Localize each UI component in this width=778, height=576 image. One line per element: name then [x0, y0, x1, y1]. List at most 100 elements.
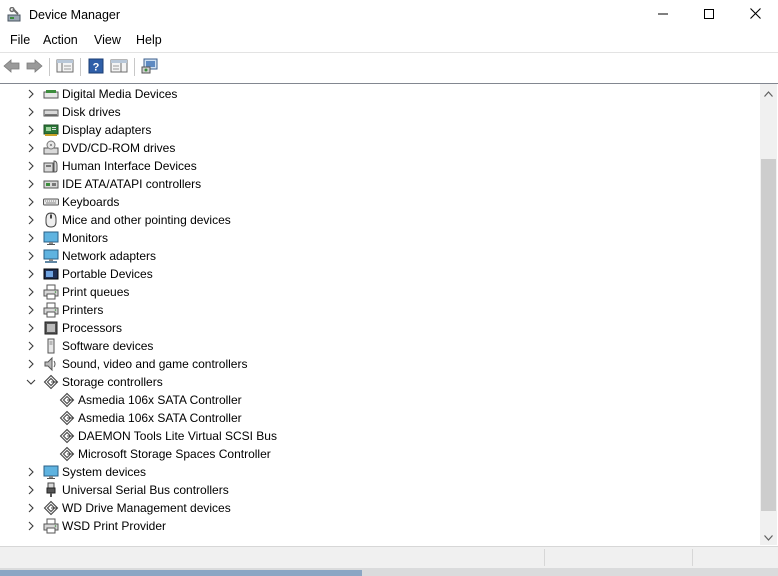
menu-bar: File Action View Help: [0, 30, 778, 52]
storage-controller-icon: [59, 410, 75, 426]
tree-item-label: Microsoft Storage Spaces Controller: [78, 447, 271, 461]
tree-category[interactable]: WSD Print Provider: [23, 517, 166, 535]
storage-controller-icon: [59, 392, 75, 408]
chevron-down-icon[interactable]: [23, 373, 39, 391]
tree-category[interactable]: System devices: [23, 463, 146, 481]
menu-help[interactable]: Help: [135, 33, 163, 49]
network-adapter-icon: [43, 248, 59, 264]
tree-device[interactable]: DAEMON Tools Lite Virtual SCSI Bus: [39, 427, 277, 445]
tree-category[interactable]: Print queues: [23, 283, 129, 301]
chevron-right-icon[interactable]: [23, 265, 39, 283]
chevron-right-icon[interactable]: [23, 157, 39, 175]
chevron-right-icon[interactable]: [23, 139, 39, 157]
help-button[interactable]: ?: [86, 57, 106, 77]
chevron-right-icon[interactable]: [23, 103, 39, 121]
tree-category[interactable]: Sound, video and game controllers: [23, 355, 247, 373]
tree-category[interactable]: Digital Media Devices: [23, 85, 177, 103]
tree-category[interactable]: Printers: [23, 301, 103, 319]
media-device-icon: [43, 86, 59, 102]
tree-category[interactable]: Monitors: [23, 229, 108, 247]
status-bar: [0, 546, 778, 568]
forward-button[interactable]: [24, 57, 44, 77]
chevron-right-icon[interactable]: [23, 481, 39, 499]
chevron-right-icon[interactable]: [23, 229, 39, 247]
hid-icon: [43, 158, 59, 174]
tree-item-label: WD Drive Management devices: [62, 501, 231, 515]
tree-item-label: Mice and other pointing devices: [62, 213, 231, 227]
printer-icon: [43, 302, 59, 318]
status-segment: [544, 549, 692, 566]
tree-device[interactable]: Asmedia 106x SATA Controller: [39, 409, 242, 427]
tree-category[interactable]: Universal Serial Bus controllers: [23, 481, 229, 499]
tree-category[interactable]: Software devices: [23, 337, 153, 355]
tree-device[interactable]: Microsoft Storage Spaces Controller: [39, 445, 271, 463]
menu-file[interactable]: File: [9, 33, 31, 49]
chevron-right-icon[interactable]: [23, 355, 39, 373]
chevron-right-icon[interactable]: [23, 85, 39, 103]
tree-category[interactable]: DVD/CD-ROM drives: [23, 139, 175, 157]
tree-item-label: Asmedia 106x SATA Controller: [78, 393, 242, 407]
menu-action[interactable]: Action: [42, 33, 79, 49]
tree-item-label: Human Interface Devices: [62, 159, 197, 173]
scroll-up-button[interactable]: [760, 84, 777, 101]
show-hide-console-tree-button[interactable]: [55, 57, 75, 77]
properties-button[interactable]: [109, 57, 129, 77]
minimize-button[interactable]: [640, 0, 686, 30]
chevron-right-icon[interactable]: [23, 211, 39, 229]
tree-item-label: Digital Media Devices: [62, 87, 178, 101]
tree-item-label: Monitors: [62, 231, 109, 245]
tree-item-label: Asmedia 106x SATA Controller: [78, 411, 242, 425]
chevron-right-icon[interactable]: [23, 337, 39, 355]
tree-category[interactable]: Storage controllers: [23, 373, 163, 391]
toolbar-separator: [49, 58, 50, 76]
chevron-right-icon[interactable]: [23, 319, 39, 337]
chevron-right-icon[interactable]: [23, 301, 39, 319]
tree-category[interactable]: Keyboards: [23, 193, 119, 211]
tree-category[interactable]: Network adapters: [23, 247, 156, 265]
chevron-right-icon[interactable]: [23, 247, 39, 265]
svg-text:?: ?: [93, 61, 100, 73]
tree-device[interactable]: Asmedia 106x SATA Controller: [39, 391, 242, 409]
tree-category[interactable]: Display adapters: [23, 121, 151, 139]
scan-hardware-changes-button[interactable]: [140, 57, 160, 77]
window-title: Device Manager: [29, 8, 121, 22]
device-manager-app-icon: [7, 6, 23, 23]
mouse-icon: [43, 212, 59, 228]
help-icon: ?: [88, 58, 104, 77]
chevron-right-icon[interactable]: [23, 121, 39, 139]
tree-category[interactable]: Human Interface Devices: [23, 157, 197, 175]
forward-arrow-icon: [25, 58, 43, 76]
tree-item-label: Storage controllers: [62, 375, 163, 389]
show-hide-console-tree-icon: [56, 58, 74, 77]
tree-category[interactable]: Mice and other pointing devices: [23, 211, 231, 229]
device-tree[interactable]: Digital Media Devices Disk drives Display …: [0, 83, 778, 545]
software-device-icon: [43, 338, 59, 354]
chevron-right-icon[interactable]: [23, 193, 39, 211]
tree-category[interactable]: Processors: [23, 319, 122, 337]
maximize-button[interactable]: [686, 0, 732, 30]
dvd-drive-icon: [43, 140, 59, 156]
chevron-right-icon[interactable]: [23, 517, 39, 535]
scroll-thumb[interactable]: [761, 159, 776, 511]
scan-hardware-changes-icon: [141, 58, 159, 77]
keyboard-icon: [43, 194, 59, 210]
scroll-down-button[interactable]: [760, 528, 777, 545]
chevron-right-icon[interactable]: [23, 283, 39, 301]
tree-category[interactable]: Disk drives: [23, 103, 121, 121]
menu-view[interactable]: View: [93, 33, 122, 49]
close-button[interactable]: [732, 0, 778, 30]
chevron-right-icon[interactable]: [23, 463, 39, 481]
monitor-icon: [43, 230, 59, 246]
chevron-right-icon[interactable]: [23, 175, 39, 193]
vertical-scrollbar[interactable]: [760, 84, 777, 545]
back-button[interactable]: [2, 57, 22, 77]
tree-category[interactable]: Portable Devices: [23, 265, 153, 283]
tree-category[interactable]: WD Drive Management devices: [23, 499, 231, 517]
chevron-down-icon: [764, 530, 773, 544]
chevron-right-icon[interactable]: [23, 499, 39, 517]
tree-category[interactable]: IDE ATA/ATAPI controllers: [23, 175, 201, 193]
tree-item-label: Portable Devices: [62, 267, 153, 281]
